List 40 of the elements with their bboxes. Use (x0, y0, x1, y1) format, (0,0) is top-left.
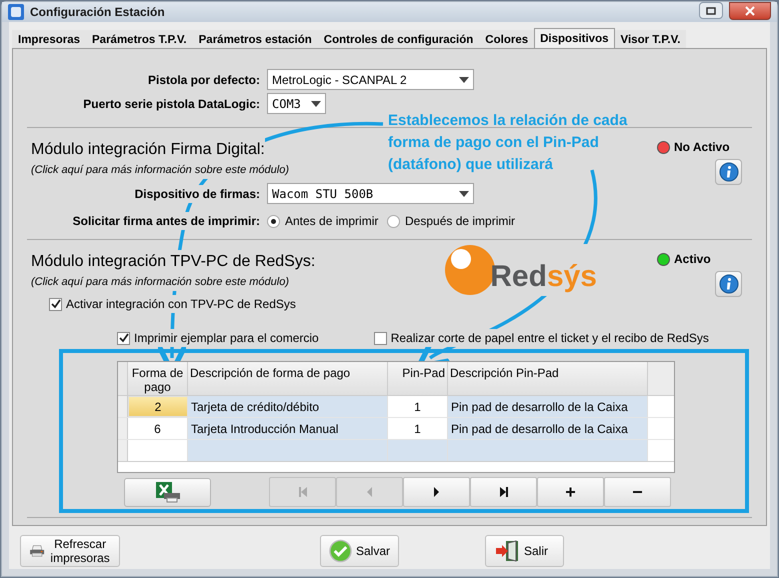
tab[interactable]: Controles de configuración (318, 30, 480, 48)
delete-button[interactable]: − (604, 477, 671, 507)
checkbox-label: Activar integración con TPV-PC de RedSys (66, 295, 296, 313)
field-label: Dispositivo de firmas: (134, 184, 260, 202)
table-cell: Tarjeta Introducción Manual (188, 418, 388, 439)
tab[interactable]: Visor T.P.V. (614, 30, 686, 48)
tab[interactable]: Parámetros estación (192, 30, 318, 48)
status-label: Activo (674, 251, 711, 268)
table-cell: Pin pad de desarrollo de la Caixa (448, 418, 648, 439)
module-title: Módulo integración Firma Digital: (31, 138, 265, 162)
tab[interactable]: Parámetros T.P.V. (86, 30, 193, 48)
port-select[interactable]: COM3 (267, 93, 326, 114)
redsys-logo: Redsýs (444, 244, 597, 296)
checkbox-label: Imprimir ejemplar para el comercio (134, 329, 319, 347)
module-title: Módulo integración TPV-PC de RedSys: (31, 250, 316, 274)
module-info-link[interactable]: (Click aquí para más información sobre este módulo) (31, 162, 290, 178)
tab[interactable]: Colores (479, 30, 534, 48)
column-header[interactable]: Descripción Pin-Pad (448, 362, 648, 395)
checkbox-label: Realizar corte de papel entre el ticket y el recibo de RedSys (390, 329, 709, 347)
tab[interactable]: Impresoras (12, 30, 86, 48)
radio-label: Antes de imprimir (285, 213, 378, 230)
signature-device-select[interactable]: Wacom STU 500B (267, 183, 474, 204)
table-cell: Pin pad de desarrollo de la Caixa (448, 396, 648, 417)
save-button[interactable]: Salvar (320, 535, 399, 567)
exit-button[interactable]: Salir (485, 535, 564, 567)
column-header[interactable]: Forma de pago (128, 362, 188, 395)
tab[interactable]: Dispositivos (534, 28, 615, 48)
field-label: Solicitar firma antes de imprimir: (72, 212, 260, 230)
radio-label: Después de imprimir (405, 213, 516, 230)
refresh-printers-button[interactable]: Refrescar impresoras (20, 535, 120, 567)
module-info-link[interactable]: (Click aquí para más información sobre este módulo) (31, 274, 290, 290)
column-header[interactable]: Descripción de forma de pago (188, 362, 388, 395)
window-title: Configuración Estación (30, 4, 166, 21)
column-header[interactable]: Pin-Pad (388, 362, 448, 395)
scanner-select[interactable]: MetroLogic - SCANPAL 2 (267, 69, 474, 90)
annotation-text: Establecemos la relación de cada forma de pago con el Pin-Pad (datáfono) que utilizará (388, 111, 628, 175)
table-cell: 2 (128, 396, 188, 417)
add-button[interactable]: + (537, 477, 604, 507)
status-label: No Activo (674, 139, 730, 156)
table-cell: Tarjeta de crédito/débito (188, 396, 388, 417)
